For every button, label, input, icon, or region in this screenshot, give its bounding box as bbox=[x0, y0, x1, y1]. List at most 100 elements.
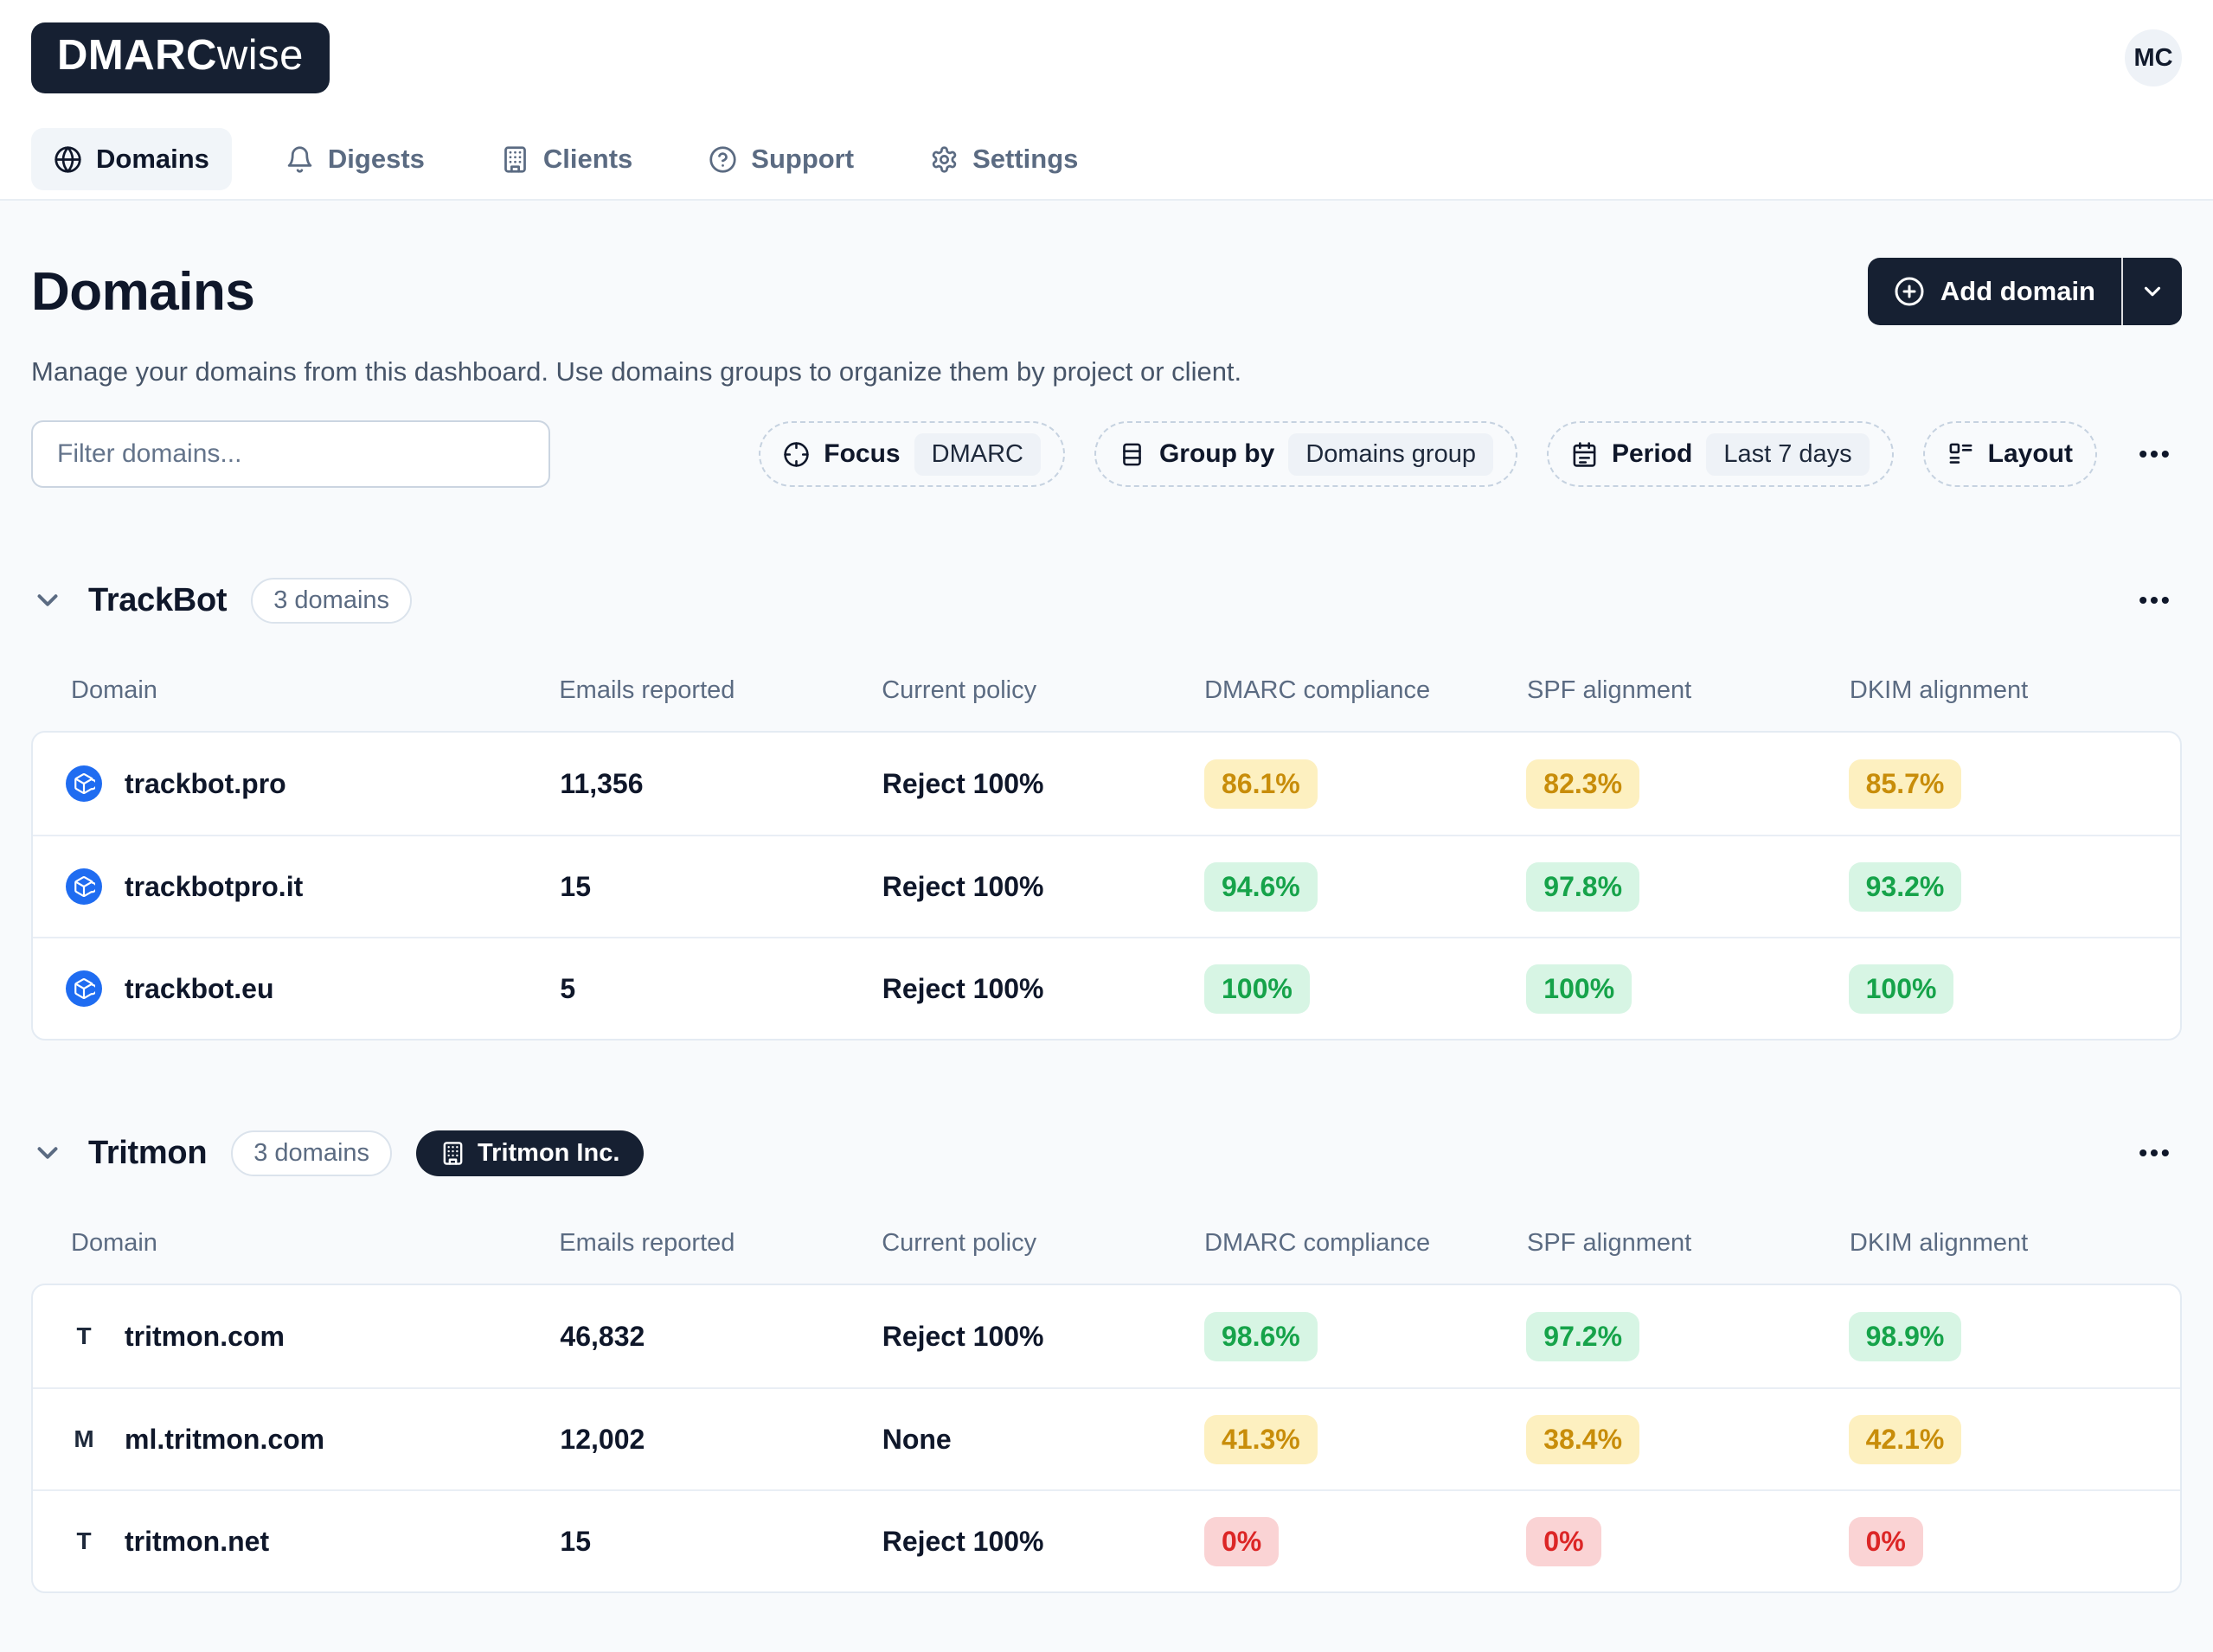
crosshair-icon bbox=[783, 441, 810, 468]
dmarc-compliance-badge: 98.6% bbox=[1204, 1312, 1318, 1361]
table-header-row: DomainEmails reportedCurrent policyDMARC… bbox=[31, 676, 2182, 705]
emails-reported: 15 bbox=[520, 871, 842, 903]
add-domain-label: Add domain bbox=[1940, 276, 2095, 307]
domain-letter-icon: T bbox=[66, 1527, 102, 1555]
chevron-down-icon[interactable] bbox=[31, 584, 64, 617]
column-header: Domain bbox=[31, 676, 519, 705]
logo-text-light: wise bbox=[217, 31, 304, 80]
group-title: Tritmon bbox=[88, 1135, 207, 1172]
current-policy: None bbox=[843, 1424, 1164, 1456]
filter-domains-input[interactable] bbox=[31, 420, 550, 488]
spf-alignment-badge: 97.2% bbox=[1526, 1312, 1639, 1361]
domain-letter-icon: T bbox=[66, 1322, 102, 1350]
chevron-down-icon[interactable] bbox=[31, 1137, 64, 1169]
dkim-alignment-badge: 85.7% bbox=[1849, 759, 1962, 809]
domain-name: ml.tritmon.com bbox=[125, 1424, 324, 1456]
focus-control[interactable]: Focus DMARC bbox=[759, 421, 1065, 487]
nav-item-settings[interactable]: Settings bbox=[908, 128, 1100, 190]
nav-item-domains[interactable]: Domains bbox=[31, 128, 232, 190]
group-by-control[interactable]: Group by Domains group bbox=[1094, 421, 1517, 487]
top-bar: DMARCwise MC Domains Digests Clients Sup… bbox=[0, 0, 2213, 201]
chevron-down-icon bbox=[2139, 279, 2165, 304]
add-domain-split-button: Add domain bbox=[1868, 258, 2182, 325]
group-more-button[interactable] bbox=[2126, 573, 2182, 628]
dmarc-compliance-badge: 94.6% bbox=[1204, 862, 1318, 912]
spf-alignment-badge: 100% bbox=[1526, 964, 1632, 1014]
gear-icon bbox=[930, 145, 959, 174]
control-value: Domains group bbox=[1288, 433, 1493, 476]
table-row[interactable]: trackbotpro.it 15 Reject 100% 94.6% 97.8… bbox=[33, 835, 2180, 937]
layout-icon bbox=[1947, 441, 1974, 468]
dkim-alignment-badge: 42.1% bbox=[1849, 1415, 1962, 1464]
domain-group-trackbot: TrackBot 3 domains DomainEmails reported… bbox=[31, 573, 2182, 1041]
nav-item-digests[interactable]: Digests bbox=[263, 128, 447, 190]
page-title: Domains bbox=[31, 261, 254, 323]
spf-alignment-badge: 97.8% bbox=[1526, 862, 1639, 912]
table-header-row: DomainEmails reportedCurrent policyDMARC… bbox=[31, 1229, 2182, 1258]
period-control[interactable]: Period Last 7 days bbox=[1547, 421, 1894, 487]
emails-reported: 46,832 bbox=[520, 1321, 842, 1353]
nav-item-label: Settings bbox=[972, 144, 1078, 175]
column-header: SPF alignment bbox=[1487, 676, 1810, 705]
logo-text-bold: DMARC bbox=[57, 31, 217, 80]
spf-alignment-badge: 82.3% bbox=[1526, 759, 1639, 809]
emails-reported: 15 bbox=[520, 1526, 842, 1558]
page-subtitle: Manage your domains from this dashboard.… bbox=[31, 356, 2182, 387]
control-value: DMARC bbox=[914, 433, 1041, 476]
spf-alignment-badge: 0% bbox=[1526, 1517, 1600, 1566]
domain-groups: TrackBot 3 domains DomainEmails reported… bbox=[31, 573, 2182, 1593]
nav-item-clients[interactable]: Clients bbox=[478, 128, 655, 190]
add-domain-menu-button[interactable] bbox=[2123, 258, 2182, 325]
building-icon bbox=[501, 145, 529, 174]
nav-item-label: Digests bbox=[328, 144, 425, 175]
column-header: Current policy bbox=[842, 676, 1164, 705]
current-policy: Reject 100% bbox=[843, 1321, 1164, 1353]
nav-item-support[interactable]: Support bbox=[686, 128, 876, 190]
main-nav: Domains Digests Clients Support Settings bbox=[31, 128, 2182, 199]
dmarc-compliance-badge: 100% bbox=[1204, 964, 1310, 1014]
group-title: TrackBot bbox=[88, 582, 227, 619]
domain-name: trackbot.pro bbox=[125, 768, 286, 800]
domains-table: T tritmon.com 46,832 Reject 100% 98.6% 9… bbox=[31, 1284, 2182, 1593]
toolbar: Focus DMARC Group by Domains group Perio… bbox=[31, 420, 2182, 488]
layout-control[interactable]: Layout bbox=[1923, 421, 2097, 487]
column-header: DKIM alignment bbox=[1810, 676, 2182, 705]
group-more-button[interactable] bbox=[2126, 1125, 2182, 1181]
app-logo[interactable]: DMARCwise bbox=[31, 22, 330, 93]
emails-reported: 12,002 bbox=[520, 1424, 842, 1456]
toolbar-more-button[interactable] bbox=[2126, 426, 2182, 482]
control-value: Last 7 days bbox=[1706, 433, 1869, 476]
control-label: Focus bbox=[824, 439, 900, 469]
table-row[interactable]: T tritmon.com 46,832 Reject 100% 98.6% 9… bbox=[33, 1285, 2180, 1387]
spf-alignment-badge: 38.4% bbox=[1526, 1415, 1639, 1464]
main-content: Domains Add domain Manage your domains f… bbox=[0, 258, 2213, 1628]
table-row[interactable]: trackbot.pro 11,356 Reject 100% 86.1% 82… bbox=[33, 733, 2180, 835]
table-row[interactable]: M ml.tritmon.com 12,002 None 41.3% 38.4%… bbox=[33, 1387, 2180, 1489]
dkim-alignment-badge: 0% bbox=[1849, 1517, 1923, 1566]
toolbar-controls: Focus DMARC Group by Domains group Perio… bbox=[759, 421, 2182, 487]
current-policy: Reject 100% bbox=[843, 768, 1164, 800]
table-row[interactable]: T tritmon.net 15 Reject 100% 0% 0% 0% bbox=[33, 1489, 2180, 1591]
domain-favicon-icon bbox=[66, 868, 102, 905]
dmarc-compliance-badge: 86.1% bbox=[1204, 759, 1318, 809]
nav-item-label: Clients bbox=[543, 144, 632, 175]
rows-icon bbox=[1119, 441, 1145, 468]
dkim-alignment-badge: 100% bbox=[1849, 964, 1954, 1014]
nav-item-label: Domains bbox=[96, 144, 209, 175]
domain-group-tritmon: Tritmon 3 domains Tritmon Inc. DomainEma… bbox=[31, 1125, 2182, 1593]
domain-favicon-icon bbox=[66, 765, 102, 802]
control-label: Layout bbox=[1988, 439, 2073, 469]
group-domain-count: 3 domains bbox=[231, 1130, 392, 1176]
domain-favicon-icon bbox=[66, 970, 102, 1007]
dkim-alignment-badge: 93.2% bbox=[1849, 862, 1962, 912]
table-row[interactable]: trackbot.eu 5 Reject 100% 100% 100% 100% bbox=[33, 937, 2180, 1039]
domain-letter-icon: M bbox=[66, 1425, 102, 1453]
add-domain-button[interactable]: Add domain bbox=[1868, 258, 2123, 325]
domain-name: tritmon.net bbox=[125, 1526, 269, 1558]
current-policy: Reject 100% bbox=[843, 871, 1164, 903]
column-header: Emails reported bbox=[519, 676, 842, 705]
column-header: DMARC compliance bbox=[1164, 676, 1487, 705]
domain-name: tritmon.com bbox=[125, 1321, 285, 1353]
avatar[interactable]: MC bbox=[2125, 29, 2182, 86]
domain-name: trackbotpro.it bbox=[125, 871, 303, 903]
